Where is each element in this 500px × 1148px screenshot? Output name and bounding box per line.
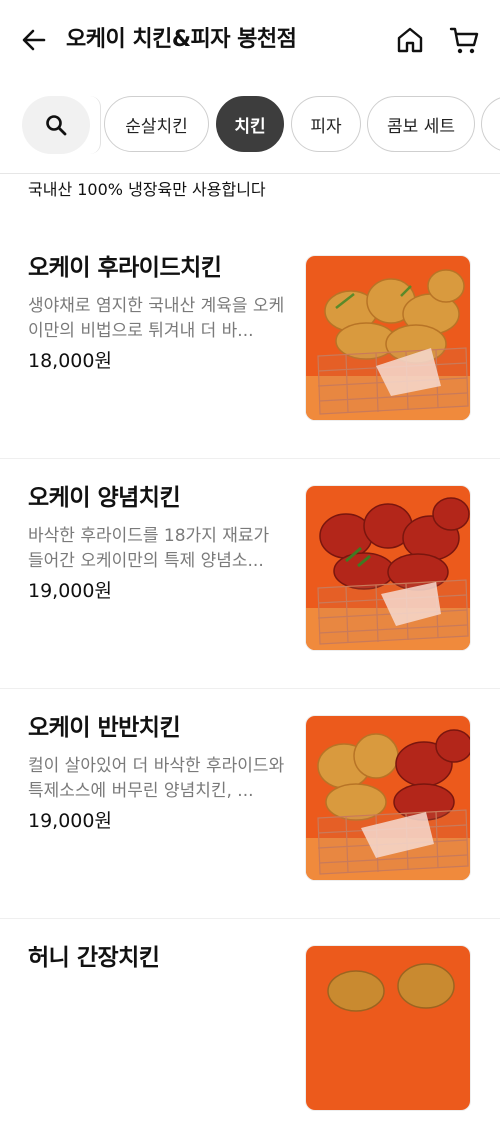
chip-divider xyxy=(90,96,101,154)
search-button[interactable] xyxy=(22,96,90,154)
menu-item-photo xyxy=(305,255,471,421)
chip-pizza[interactable]: 피자 xyxy=(291,96,361,152)
menu-item-price: 19,000원 xyxy=(28,580,112,602)
search-icon xyxy=(46,115,67,136)
menu-item[interactable]: 오케이 후라이드치킨 생야채로 염지한 국내산 계육을 오케이만의 비법으로 튀… xyxy=(0,228,500,458)
app-header: 오케이 치킨&피자 봉천점 xyxy=(0,0,500,80)
chip-next-partial[interactable] xyxy=(481,96,500,152)
menu-item-description: 바삭한 후라이드를 18가지 재료가 들어간 오케이만의 특제 양념소... xyxy=(28,526,270,571)
cart-button[interactable] xyxy=(448,24,480,56)
divider xyxy=(0,173,500,174)
back-button[interactable] xyxy=(20,26,48,54)
chip-chicken[interactable]: 치킨 xyxy=(216,96,284,152)
chip-combo-set[interactable]: 콤보 세트 xyxy=(367,96,475,152)
menu-item[interactable]: 오케이 반반치킨 컬이 살아있어 더 바삭한 후라이드와 특제소스에 버무린 양… xyxy=(0,688,500,918)
cart-icon xyxy=(449,27,479,54)
home-button[interactable] xyxy=(395,25,425,55)
menu-item-description: 컬이 살아있어 더 바삭한 후라이드와 특제소스에 버무린 양념치킨, ... xyxy=(28,756,285,801)
chip-boneless-chicken[interactable]: 순살치킨 xyxy=(104,96,209,152)
menu-item-photo xyxy=(305,715,471,881)
page-title: 오케이 치킨&피자 봉천점 xyxy=(66,27,297,52)
menu-item-price: 19,000원 xyxy=(28,810,112,832)
category-bar: 순살치킨 치킨 피자 콤보 세트 xyxy=(0,90,500,160)
menu-item-photo xyxy=(305,485,471,651)
menu-item-name: 오케이 반반치킨 xyxy=(28,715,181,741)
menu-item-name: 허니 간장치킨 xyxy=(28,945,160,971)
menu-item-name: 오케이 후라이드치킨 xyxy=(28,255,222,281)
home-icon xyxy=(397,27,423,53)
menu-item[interactable]: 허니 간장치킨 xyxy=(0,918,500,1148)
menu-item-description: 생야채로 염지한 국내산 계육을 오케이만의 비법으로 튀겨내 더 바... xyxy=(28,296,285,341)
menu-item[interactable]: 오케이 양념치킨 바삭한 후라이드를 18가지 재료가 들어간 오케이만의 특제… xyxy=(0,458,500,688)
menu-item-name: 오케이 양념치킨 xyxy=(28,485,181,511)
menu-item-price: 18,000원 xyxy=(28,350,112,372)
arrow-left-icon xyxy=(22,29,46,51)
menu-item-photo xyxy=(305,945,471,1111)
category-notice: 국내산 100% 냉장육만 사용합니다 xyxy=(28,180,266,199)
